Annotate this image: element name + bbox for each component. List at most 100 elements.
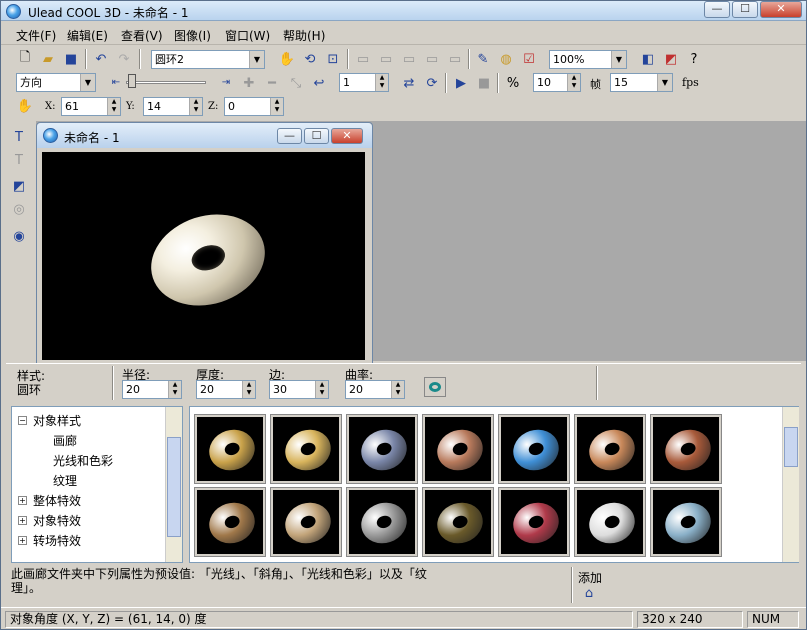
menu-view[interactable]: 查看(V): [121, 27, 163, 44]
y-input[interactable]: 14 ▲ ▼: [143, 97, 203, 116]
scroll-thumb[interactable]: [167, 437, 181, 537]
add-to-gallery-icon[interactable]: ⌂: [579, 583, 599, 603]
z-input[interactable]: 0 ▲ ▼: [224, 97, 284, 116]
collapse-icon[interactable]: −: [18, 416, 27, 425]
globe-icon[interactable]: ◍: [496, 49, 516, 69]
align-icon[interactable]: ▭: [445, 49, 465, 69]
camera-icon[interactable]: ✎: [473, 49, 493, 69]
radius-input[interactable]: 20 ▲ ▼: [122, 380, 182, 399]
expand-icon[interactable]: +: [18, 496, 27, 505]
redo-icon[interactable]: ↷: [114, 49, 134, 69]
stop-icon[interactable]: ■: [474, 73, 494, 93]
gallery-thumbnail[interactable]: [422, 414, 494, 484]
gallery-thumbnail[interactable]: [650, 414, 722, 484]
curvature-input[interactable]: 20 ▲ ▼: [345, 380, 405, 399]
gallery-thumbnail[interactable]: [194, 487, 266, 557]
tree-item-object-style[interactable]: 对象样式: [33, 412, 81, 429]
tree-item-global-effects[interactable]: 整体特效: [33, 492, 81, 509]
close-button[interactable]: ✕: [760, 1, 802, 18]
gallery-thumbnail[interactable]: [270, 414, 342, 484]
edit-text-icon[interactable]: T: [9, 150, 29, 170]
mode-select[interactable]: 方向 ▼: [16, 73, 96, 92]
gallery-thumbnail[interactable]: [270, 487, 342, 557]
thickness-input[interactable]: 20 ▲ ▼: [196, 380, 256, 399]
rotate-icon[interactable]: ⟲: [300, 49, 320, 69]
undo-icon[interactable]: ↶: [91, 49, 111, 69]
frame-input[interactable]: 1 ▲ ▼: [339, 73, 389, 92]
resize-icon[interactable]: ⊡: [323, 49, 343, 69]
open-folder-icon[interactable]: ▰: [38, 49, 58, 69]
spinner-arrows-icon[interactable]: ▲ ▼: [242, 381, 255, 398]
spinner-arrows-icon[interactable]: ▲ ▼: [168, 381, 181, 398]
check-box-icon[interactable]: ☑: [519, 49, 539, 69]
plugin-icon[interactable]: ◧: [638, 49, 658, 69]
torus-object[interactable]: [139, 200, 277, 320]
spinner-arrows-icon[interactable]: ▲ ▼: [270, 98, 283, 115]
menu-file[interactable]: 文件(F): [16, 27, 56, 44]
gallery-thumbnail[interactable]: [422, 487, 494, 557]
spinner-arrows-icon[interactable]: ▲ ▼: [107, 98, 120, 115]
play-icon[interactable]: ▶: [451, 73, 471, 93]
hand-move-icon[interactable]: ✋: [277, 49, 297, 69]
tree-item-gallery[interactable]: 画廊: [53, 432, 77, 449]
torus-shape-button[interactable]: [424, 377, 446, 397]
spinner-arrows-icon[interactable]: ▲ ▼: [315, 381, 328, 398]
loop-icon[interactable]: ⇄: [399, 73, 419, 93]
timeline-slider[interactable]: [126, 81, 206, 84]
menu-edit[interactable]: 编辑(E): [67, 27, 108, 44]
tree-item-object-effects[interactable]: 对象特效: [33, 512, 81, 529]
tree-item-texture[interactable]: 纹理: [53, 472, 77, 489]
add-keyframe-icon[interactable]: ✚: [239, 73, 259, 93]
speed-input[interactable]: 10 ▲ ▼: [533, 73, 581, 92]
gallery-thumbnail[interactable]: [498, 487, 570, 557]
menu-help[interactable]: 帮助(H): [283, 27, 325, 44]
insert-graphic-icon[interactable]: ◩: [9, 176, 29, 196]
position-tool-icon[interactable]: ✋: [15, 96, 35, 116]
insert-geometry-icon[interactable]: ◉: [9, 226, 29, 246]
gallery-thumbnail[interactable]: [574, 487, 646, 557]
reverse-icon[interactable]: ⤡: [286, 73, 306, 93]
sides-input[interactable]: 30 ▲ ▼: [269, 380, 329, 399]
menu-window[interactable]: 窗口(W): [225, 27, 270, 44]
first-keyframe-icon[interactable]: ⇤: [106, 72, 126, 92]
expand-icon[interactable]: +: [18, 516, 27, 525]
gallery-thumbnail[interactable]: [194, 414, 266, 484]
fps-select[interactable]: 15 ▼: [610, 73, 673, 92]
scroll-thumb[interactable]: [784, 427, 798, 467]
gallery-thumbnail[interactable]: [498, 414, 570, 484]
spinner-arrows-icon[interactable]: ▲ ▼: [391, 381, 404, 398]
spinner-arrows-icon[interactable]: ▲ ▼: [189, 98, 202, 115]
tree-item-light-color[interactable]: 光线和色彩: [53, 452, 113, 469]
gallery-scrollbar[interactable]: [782, 407, 799, 562]
x-input[interactable]: 61 ▲ ▼: [61, 97, 121, 116]
insert-text-icon[interactable]: T: [9, 127, 29, 147]
gallery-thumbnail[interactable]: [346, 487, 418, 557]
align-icon[interactable]: ▭: [422, 49, 442, 69]
document-minimize-button[interactable]: —: [277, 128, 302, 144]
minimize-button[interactable]: —: [704, 1, 730, 18]
return-icon[interactable]: ↩: [309, 73, 329, 93]
maximize-button[interactable]: ☐: [732, 1, 758, 18]
remove-keyframe-icon[interactable]: ━: [262, 73, 282, 93]
render-canvas[interactable]: [42, 152, 365, 360]
tree-item-transition-effects[interactable]: 转场特效: [33, 532, 81, 549]
edit-graphic-icon[interactable]: ◎: [9, 199, 29, 219]
expand-icon[interactable]: +: [18, 536, 27, 545]
document-close-button[interactable]: ✕: [331, 128, 363, 144]
menu-image[interactable]: 图像(I): [174, 27, 211, 44]
help-pointer-icon[interactable]: ?: [684, 49, 704, 69]
image-effects-icon[interactable]: ◩: [661, 49, 681, 69]
align-icon[interactable]: ▭: [376, 49, 396, 69]
align-icon[interactable]: ▭: [399, 49, 419, 69]
document-maximize-button[interactable]: ☐: [304, 128, 329, 144]
object-select[interactable]: 圆环2 ▼: [151, 50, 265, 69]
align-icon[interactable]: ▭: [353, 49, 373, 69]
zoom-select[interactable]: 100% ▼: [549, 50, 627, 69]
gallery-thumbnail[interactable]: [346, 414, 418, 484]
timeline-slider-thumb[interactable]: [128, 74, 136, 88]
spinner-arrows-icon[interactable]: ▲ ▼: [375, 74, 388, 91]
refresh-icon[interactable]: ⟳: [422, 73, 442, 93]
gallery-thumbnail[interactable]: [574, 414, 646, 484]
last-keyframe-icon[interactable]: ⇥: [216, 72, 236, 92]
save-icon[interactable]: ■: [61, 49, 81, 69]
